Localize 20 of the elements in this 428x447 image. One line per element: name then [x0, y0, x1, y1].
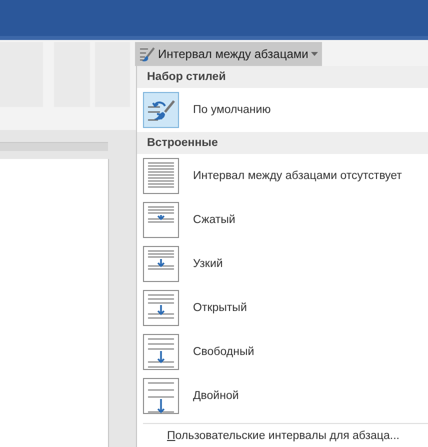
paragraph-spacing-icon: [139, 46, 155, 62]
menu-item-label: Открытый: [193, 302, 247, 314]
menu-item[interactable]: Свободный: [137, 330, 428, 374]
menu-item[interactable]: Сжатый: [137, 198, 428, 242]
menu-item[interactable]: Двойной: [137, 374, 428, 418]
menu-item[interactable]: По умолчанию: [137, 88, 428, 132]
menu-item[interactable]: Интервал между абзацами отсутствует: [137, 154, 428, 198]
menu-item-label: Узкий: [193, 258, 223, 270]
caret-icon: [311, 52, 318, 56]
menu-item-label: По умолчанию: [193, 104, 271, 116]
menu-item[interactable]: Открытый: [137, 286, 428, 330]
menu-item-label: Свободный: [193, 346, 254, 358]
menu-item-label: Сжатый: [193, 214, 236, 226]
section-header: Встроенные: [137, 132, 428, 154]
paragraph-spacing-button[interactable]: Интервал между абзацами: [135, 42, 322, 66]
menu-item-label: Двойной: [193, 390, 239, 402]
menu-item-label: Интервал между абзацами отсутствует: [193, 170, 402, 182]
section-header: Набор стилей: [137, 66, 428, 88]
custom-spacing-link[interactable]: Пользовательские интервалы для абзаца...: [167, 430, 400, 442]
menu-item[interactable]: Узкий: [137, 242, 428, 286]
